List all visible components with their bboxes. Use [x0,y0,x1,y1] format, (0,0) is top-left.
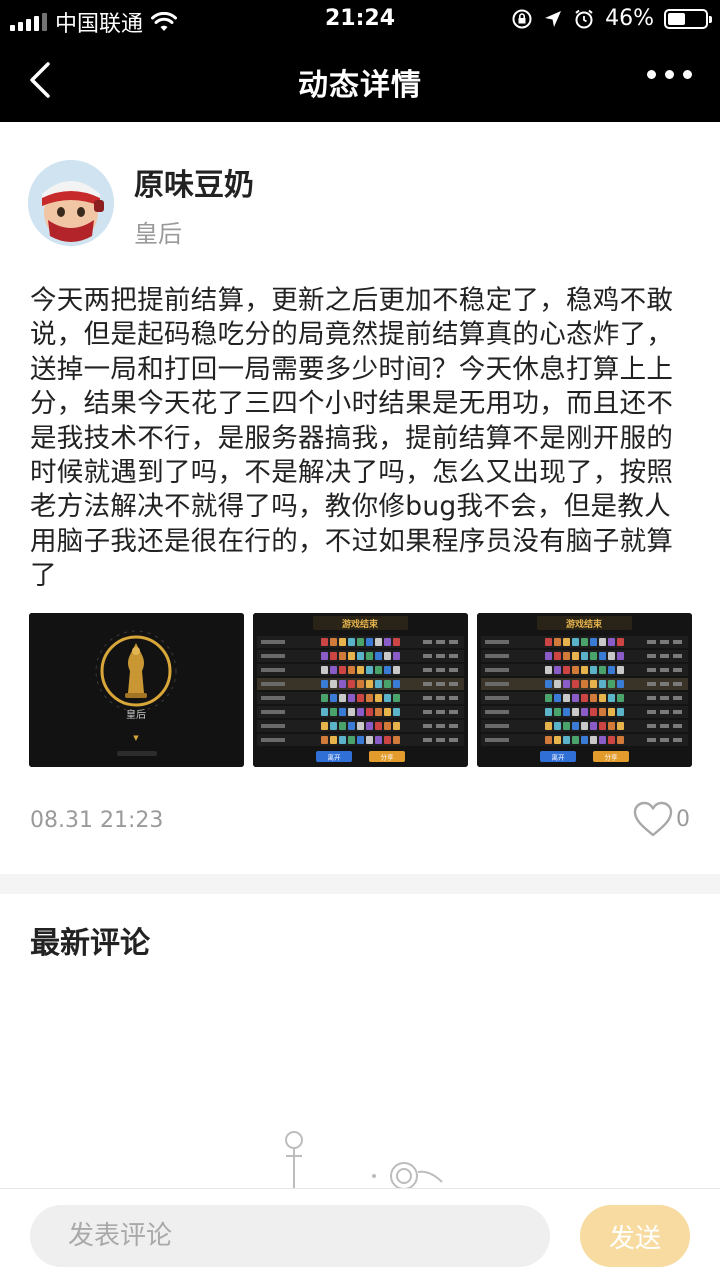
empty-comments-illustration [285,1131,443,1190]
leave-button-label: 离开 [552,753,566,762]
comments-title: 最新评论 [30,926,150,961]
result-header: 游戏结束 [342,618,379,630]
like-count: 0 [676,806,690,832]
rotation-lock-icon [512,9,532,28]
battery-percent: 46% [605,6,654,31]
result-header: 游戏结束 [566,618,603,630]
avatar-image [28,160,114,246]
post-content: 今天两把提前结算，更新之后更加不稳定了，稳鸡不敢说，但是起码稳吃分的局竟然提前结… [30,285,674,592]
alarm-icon [575,9,593,28]
post-image-rank[interactable]: 皇后 ▼ [29,613,244,767]
location-icon [545,10,562,27]
heart-icon[interactable] [632,800,674,838]
comments-section: 最新评论 [0,894,720,1190]
post-image-result-1[interactable]: 游戏结束 离开 分享 [253,613,468,767]
avatar[interactable] [28,160,114,246]
like-button[interactable]: 0 [632,800,690,838]
post-image-result-2[interactable]: 游戏结束 离开 分享 [477,613,692,767]
page-title: 动态详情 [298,68,422,103]
comment-bar: 发送 [0,1188,720,1281]
status-right: 46% [511,6,712,31]
post-timestamp: 08.31 21:23 [30,808,164,833]
username[interactable]: 原味豆奶 [134,160,254,204]
share-button-label: 分享 [381,753,395,762]
send-button[interactable]: 发送 [580,1205,690,1267]
post-card: 原味豆奶 皇后 今天两把提前结算，更新之后更加不稳定了，稳鸡不敢说，但是起码稳吃… [0,122,720,874]
nav-bar: 动态详情 [0,40,720,122]
svg-text:▼: ▼ [133,734,139,742]
leave-button-label: 离开 [328,753,342,762]
battery-icon [664,8,712,29]
comment-input[interactable] [30,1205,550,1267]
more-dots-icon[interactable] [647,70,692,79]
rank-badge-label: 皇后 [126,708,146,721]
share-button-label: 分享 [605,753,619,762]
user-rank-title: 皇后 [134,220,182,248]
status-bar: 中国联通 21:24 46% [0,0,720,40]
post-images: 皇后 ▼ 游戏结束 离开 分享 游戏结束 离开 分享 [29,613,692,767]
